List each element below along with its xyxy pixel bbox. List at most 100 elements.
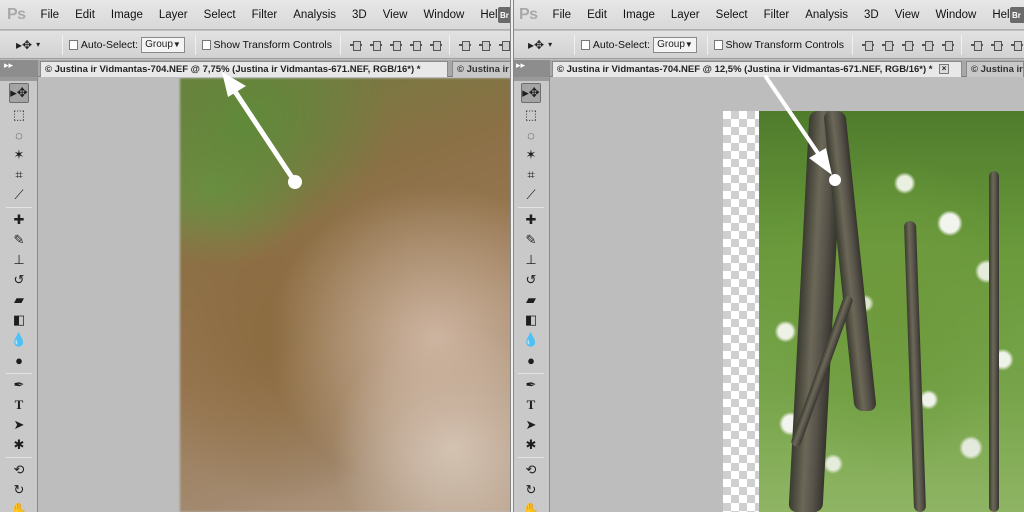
bridge-button[interactable]: Br [1010,7,1024,23]
menu-file[interactable]: File [545,0,580,30]
lasso-tool-icon[interactable]: ◌ [9,125,29,145]
3d-orbit-tool-icon[interactable]: ↻ [521,480,541,500]
history-brush-tool-icon[interactable]: ↺ [521,270,541,290]
align-bottom-icon[interactable] [389,39,403,51]
eraser-tool-icon[interactable]: ▰ [9,290,29,310]
tools-panel-header[interactable] [0,77,37,81]
eraser-tool-icon[interactable]: ▰ [521,290,541,310]
auto-select-checkbox[interactable] [69,39,78,50]
menu-select[interactable]: Select [708,0,756,30]
dodge-tool-icon[interactable]: ● [521,350,541,370]
distribute-top-icon[interactable] [458,39,472,51]
menu-image[interactable]: Image [103,0,151,30]
paint-bucket-tool-icon[interactable]: ◧ [521,310,541,330]
path-select-tool-icon[interactable]: ➤ [9,415,29,435]
document-tab-active[interactable]: © Justina ir Vidmantas-704.NEF @ 12,5% (… [552,61,962,77]
align-hcenter-icon[interactable] [941,39,955,51]
quick-select-tool-icon[interactable]: ✶ [9,145,29,165]
auto-select-dropdown[interactable]: Group ▼ [141,36,185,53]
shape-tool-icon[interactable]: ✱ [521,435,541,455]
menu-view[interactable]: View [887,0,928,30]
close-icon[interactable]: × [939,64,950,75]
document-tab-inactive[interactable]: © Justina ir [452,61,512,77]
distribute-vcenter-icon[interactable] [478,39,492,51]
pen-tool-icon[interactable]: ✒ [521,375,541,395]
auto-select-dropdown[interactable]: Group ▼ [653,36,697,53]
crop-tool-icon[interactable]: ⌗ [9,165,29,185]
align-top-icon[interactable] [861,39,875,51]
3d-rotate-tool-icon[interactable]: ⟲ [521,460,541,480]
paint-bucket-tool-icon[interactable]: ◧ [9,310,29,330]
distribute-bottom-icon[interactable] [1010,39,1024,51]
blur-tool-icon[interactable]: 💧 [9,330,29,350]
align-vcenter-icon[interactable] [881,39,895,51]
3d-rotate-tool-icon[interactable]: ⟲ [9,460,29,480]
show-transform-checkbox[interactable] [201,39,211,50]
menu-edit[interactable]: Edit [67,0,103,30]
healing-brush-tool-icon[interactable]: ✚ [9,210,29,230]
menu-window[interactable]: Window [927,0,984,30]
distribute-vcenter-icon[interactable] [990,39,1004,51]
quick-select-tool-icon[interactable]: ✶ [521,145,541,165]
tool-preset-picker[interactable]: ▸✥ ▾ [16,33,56,57]
hand-tool-icon[interactable]: ✋ [9,500,29,512]
shape-tool-icon[interactable]: ✱ [9,435,29,455]
brush-tool-icon[interactable]: ✎ [9,230,29,250]
type-tool-icon[interactable]: T [521,395,541,415]
menu-view[interactable]: View [375,0,416,30]
align-top-icon[interactable] [349,39,363,51]
pen-tool-icon[interactable]: ✒ [9,375,29,395]
menu-3d[interactable]: 3D [856,0,887,30]
show-transform-checkbox[interactable] [713,39,723,50]
menu-edit[interactable]: Edit [579,0,615,30]
tools-panel-header[interactable] [512,77,549,81]
menu-filter[interactable]: Filter [244,0,286,30]
menu-3d[interactable]: 3D [344,0,375,30]
document-tab-active[interactable]: © Justina ir Vidmantas-704.NEF @ 7,75% (… [40,61,448,77]
move-tool-icon[interactable]: ▸✥ [9,83,29,103]
lasso-tool-icon[interactable]: ◌ [521,125,541,145]
align-hcenter-icon[interactable] [429,39,443,51]
tool-preset-picker[interactable]: ▸✥ ▾ [528,33,568,57]
history-brush-tool-icon[interactable]: ↺ [9,270,29,290]
panel-collapse-grip[interactable]: ▸▸ [512,60,550,77]
align-vcenter-icon[interactable] [369,39,383,51]
document-image[interactable] [180,78,512,512]
path-select-tool-icon[interactable]: ➤ [521,415,541,435]
align-bottom-icon[interactable] [901,39,915,51]
crop-tool-icon[interactable]: ⌗ [521,165,541,185]
healing-brush-tool-icon[interactable]: ✚ [521,210,541,230]
menu-filter[interactable]: Filter [756,0,798,30]
brush-tool-icon[interactable]: ✎ [521,230,541,250]
align-left-icon[interactable] [409,39,423,51]
eyedropper-tool-icon[interactable]: ⟋ [521,185,541,205]
menu-layer[interactable]: Layer [663,0,708,30]
type-tool-icon[interactable]: T [9,395,29,415]
menu-file[interactable]: File [33,0,68,30]
dodge-tool-icon[interactable]: ● [9,350,29,370]
document-tab-inactive[interactable]: © Justina ir [966,61,1024,77]
document-canvas[interactable] [551,78,1024,512]
menu-image[interactable]: Image [615,0,663,30]
clone-stamp-tool-icon[interactable]: ⊥ [9,250,29,270]
document-image[interactable] [759,111,1024,512]
distribute-top-icon[interactable] [970,39,984,51]
menu-analysis[interactable]: Analysis [285,0,344,30]
clone-stamp-tool-icon[interactable]: ⊥ [521,250,541,270]
align-left-icon[interactable] [921,39,935,51]
menu-window[interactable]: Window [415,0,472,30]
marquee-tool-icon[interactable]: ⬚ [9,105,29,125]
3d-orbit-tool-icon[interactable]: ↻ [9,480,29,500]
move-tool-icon[interactable]: ▸✥ [521,83,541,103]
hand-tool-icon[interactable]: ✋ [521,500,541,512]
marquee-tool-icon[interactable]: ⬚ [521,105,541,125]
auto-select-checkbox[interactable] [581,39,590,50]
document-canvas[interactable] [39,78,512,512]
eyedropper-tool-icon[interactable]: ⟋ [9,185,29,205]
blur-tool-icon[interactable]: 💧 [521,330,541,350]
menu-layer[interactable]: Layer [151,0,196,30]
panel-collapse-grip[interactable]: ▸▸ [0,60,38,77]
menu-select[interactable]: Select [196,0,244,30]
menu-analysis[interactable]: Analysis [797,0,856,30]
document-tab-title: © Justina ir [971,64,1023,75]
